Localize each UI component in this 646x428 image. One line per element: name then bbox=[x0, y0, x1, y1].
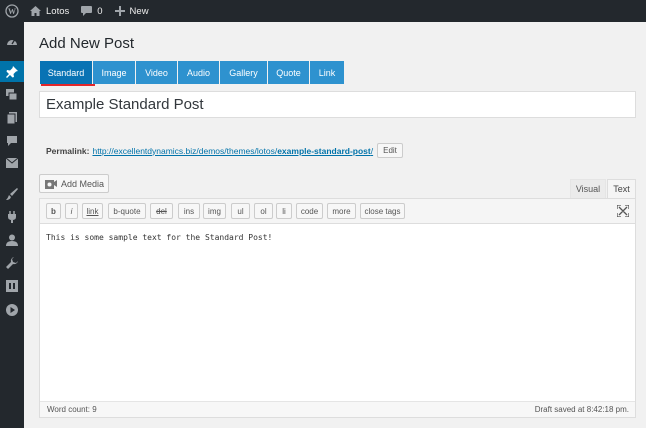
tab-video[interactable]: Video bbox=[136, 61, 177, 84]
code-button[interactable]: code bbox=[296, 203, 323, 219]
post-format-tabs: Standard Image Video Audio Gallery Quote… bbox=[40, 61, 345, 84]
fullscreen-icon[interactable] bbox=[616, 204, 630, 220]
quicktags-toolbar: b i link b-quote del ins img ul ol li co… bbox=[40, 199, 635, 224]
bold-button[interactable]: b bbox=[46, 203, 61, 219]
tab-image[interactable]: Image bbox=[93, 61, 135, 84]
draft-saved-status: Draft saved at 8:42:18 pm. bbox=[534, 405, 629, 414]
media-camera-icon bbox=[45, 180, 57, 189]
new-content-link[interactable]: New bbox=[109, 0, 155, 22]
page-title: Add New Post bbox=[39, 35, 135, 52]
comment-icon bbox=[81, 6, 93, 16]
li-button[interactable]: li bbox=[276, 203, 292, 219]
pages-icon[interactable] bbox=[0, 108, 24, 128]
blockquote-button[interactable]: b-quote bbox=[108, 203, 146, 219]
permalink-url-link[interactable]: http://excellentdynamics.biz/demos/theme… bbox=[92, 146, 373, 156]
main-content: Add New Post Standard Image Video Audio … bbox=[24, 22, 646, 428]
comment-count: 0 bbox=[97, 5, 103, 17]
users-icon[interactable] bbox=[0, 230, 24, 250]
permalink-tail: / bbox=[370, 145, 374, 156]
wordpress-logo-icon[interactable]: W bbox=[0, 0, 24, 22]
tab-audio[interactable]: Audio bbox=[178, 61, 219, 84]
img-button[interactable]: img bbox=[203, 203, 226, 219]
comments-icon[interactable] bbox=[0, 131, 24, 151]
settings-icon[interactable] bbox=[0, 276, 24, 296]
edit-permalink-button[interactable]: Edit bbox=[377, 143, 403, 158]
mail-icon[interactable] bbox=[0, 153, 24, 173]
new-label: New bbox=[129, 5, 149, 17]
comments-link[interactable]: 0 bbox=[75, 0, 108, 22]
tools-wrench-icon[interactable] bbox=[0, 253, 24, 273]
site-name-link[interactable]: Lotos bbox=[24, 0, 75, 22]
add-media-button[interactable]: Add Media bbox=[39, 174, 109, 193]
permalink-slug: example-standard-post bbox=[277, 145, 371, 156]
add-media-label: Add Media bbox=[61, 178, 105, 189]
home-icon bbox=[30, 6, 41, 16]
plus-icon bbox=[114, 6, 125, 16]
posts-pin-icon[interactable] bbox=[0, 61, 24, 82]
post-title-input[interactable] bbox=[39, 91, 636, 118]
tab-standard[interactable]: Standard bbox=[40, 61, 92, 84]
italic-button[interactable]: i bbox=[65, 203, 78, 219]
word-count: Word count: 9 bbox=[47, 405, 97, 414]
text-tab[interactable]: Text bbox=[607, 179, 636, 198]
more-button[interactable]: more bbox=[327, 203, 356, 219]
tab-link[interactable]: Link bbox=[310, 61, 344, 84]
active-tab-indicator bbox=[41, 84, 95, 86]
editor-status-bar: Word count: 9 Draft saved at 8:42:18 pm. bbox=[40, 401, 635, 417]
permalink-base: http://excellentdynamics.biz/demos/theme… bbox=[92, 145, 278, 156]
del-button[interactable]: del bbox=[150, 203, 173, 219]
permalink-label: Permalink: bbox=[46, 145, 90, 156]
collapse-play-icon[interactable] bbox=[0, 300, 24, 320]
appearance-brush-icon[interactable] bbox=[0, 184, 24, 204]
visual-tab[interactable]: Visual bbox=[570, 179, 606, 198]
ins-button[interactable]: ins bbox=[178, 203, 200, 219]
editor-container: b i link b-quote del ins img ul ol li co… bbox=[39, 198, 636, 418]
site-name-label: Lotos bbox=[46, 5, 70, 17]
admin-bar: W Lotos 0 New bbox=[0, 0, 646, 22]
link-button[interactable]: link bbox=[82, 203, 103, 219]
media-icon[interactable] bbox=[0, 85, 24, 105]
tab-gallery[interactable]: Gallery bbox=[220, 61, 267, 84]
close-tags-button[interactable]: close tags bbox=[360, 203, 405, 219]
permalink-row: Permalink: http://excellentdynamics.biz/… bbox=[46, 143, 403, 158]
admin-menu bbox=[0, 22, 24, 428]
plugins-icon[interactable] bbox=[0, 207, 24, 227]
editor-textarea[interactable]: This is some sample text for the Standar… bbox=[46, 233, 272, 242]
tab-quote[interactable]: Quote bbox=[268, 61, 309, 84]
svg-text:W: W bbox=[8, 7, 16, 16]
ul-button[interactable]: ul bbox=[231, 203, 250, 219]
dashboard-icon[interactable] bbox=[0, 32, 24, 52]
ol-button[interactable]: ol bbox=[254, 203, 273, 219]
